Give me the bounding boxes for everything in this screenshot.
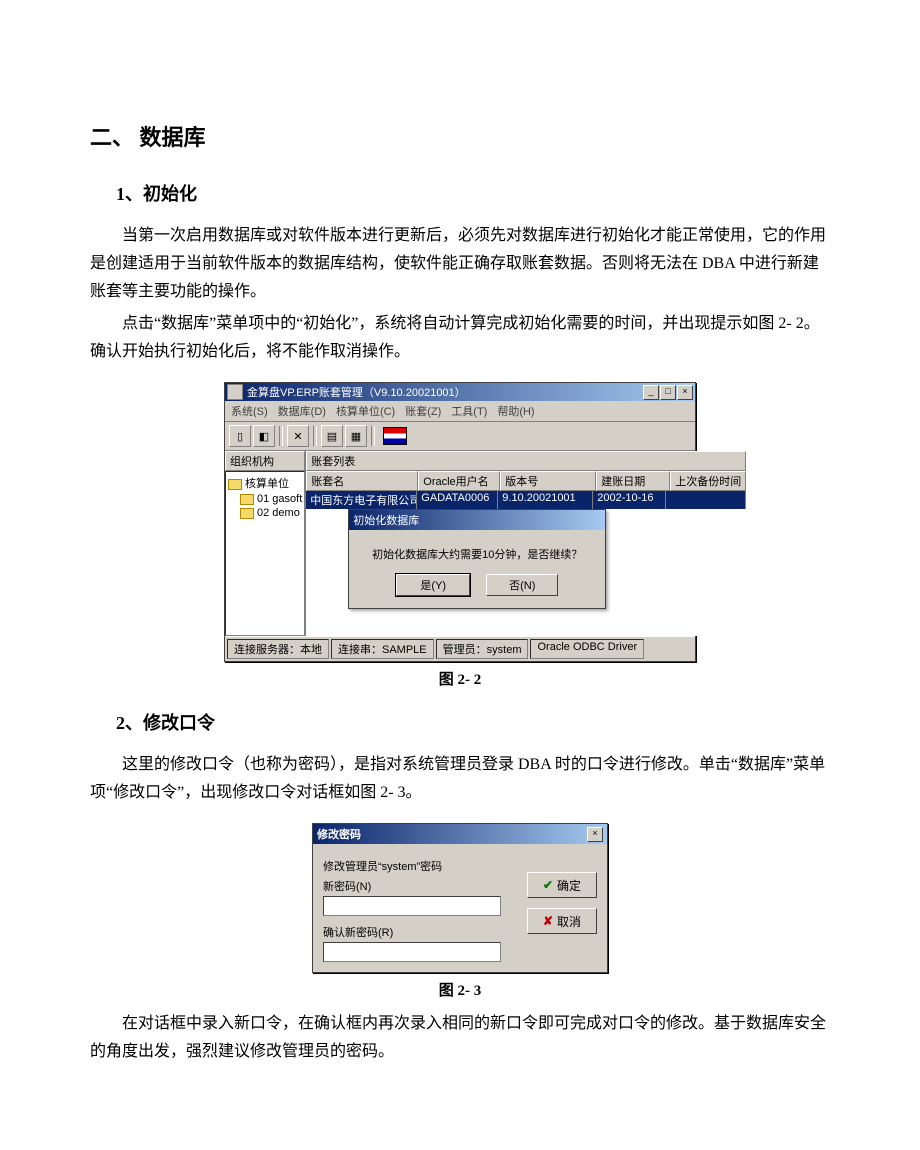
- toolbar-flag-icon: [383, 427, 407, 445]
- cross-icon: ✘: [543, 914, 553, 928]
- figure-2-3: 修改密码 × 修改管理员“system”密码 新密码(N) 确认新密码(R) ✔…: [90, 823, 830, 973]
- section-1-para-1: 当第一次启用数据库或对软件版本进行更新后，必须先对数据库进行初始化才能正常使用，…: [90, 222, 830, 306]
- section-2-title: 2、修改口令: [116, 709, 830, 735]
- menu-database[interactable]: 数据库(D): [278, 403, 326, 419]
- toolbar-btn-3[interactable]: ✕: [287, 425, 309, 447]
- grid-cell-date: 2002-10-16: [593, 491, 666, 509]
- grid-cell-user: GADATA0006: [417, 491, 498, 509]
- no-button[interactable]: 否(N): [486, 574, 558, 596]
- grid-col-version[interactable]: 版本号: [500, 471, 596, 491]
- right-panel: 账套列表 账套名 Oracle用户名 版本号 建账日期 上次备份时间 中国东方电…: [306, 451, 746, 636]
- section-2-para-1: 这里的修改口令（也称为密码），是指对系统管理员登录 DBA 时的口令进行修改。单…: [90, 751, 830, 807]
- figure-2-2-caption: 图 2- 2: [90, 668, 830, 689]
- close-button[interactable]: ×: [677, 385, 693, 400]
- tree-root[interactable]: 核算单位: [228, 474, 302, 492]
- section-1-title: 1、初始化: [116, 180, 830, 206]
- toolbar-btn-2[interactable]: ◧: [253, 425, 275, 447]
- list-title: 账套列表: [306, 451, 746, 471]
- titlebar-text: 金算盘VP.ERP账套管理（V9.10.20021001）: [247, 384, 643, 400]
- toolbar-btn-4[interactable]: ▤: [321, 425, 343, 447]
- check-icon: ✔: [543, 878, 553, 892]
- figure-2-2: 金算盘VP.ERP账套管理（V9.10.20021001） _ □ × 系统(S…: [90, 382, 830, 662]
- titlebar[interactable]: 金算盘VP.ERP账套管理（V9.10.20021001） _ □ ×: [225, 383, 695, 401]
- section-1-para-2: 点击“数据库”菜单项中的“初始化”，系统将自动计算完成初始化需要的时间，并出现提…: [90, 310, 830, 366]
- menubar[interactable]: 系统(S) 数据库(D) 核算单位(C) 账套(Z) 工具(T) 帮助(H): [225, 401, 695, 422]
- pwd-dialog-titlebar[interactable]: 修改密码 ×: [313, 824, 607, 844]
- app-icon: [227, 384, 243, 400]
- grid-cell-name: 中国东方电子有限公司: [306, 491, 417, 509]
- confirm-password-label: 确认新密码(R): [323, 924, 517, 940]
- grid-col-user[interactable]: Oracle用户名: [418, 471, 500, 491]
- menu-account[interactable]: 账套(Z): [405, 403, 441, 419]
- ok-button-label: 确定: [557, 877, 581, 894]
- statusbar: 连接服务器：本地 连接串：SAMPLE 管理员：system Oracle OD…: [225, 636, 695, 661]
- grid-col-name[interactable]: 账套名: [306, 471, 418, 491]
- heading-1: 二、 数据库: [90, 120, 830, 152]
- status-driver: Oracle ODBC Driver: [530, 639, 644, 659]
- yes-button[interactable]: 是(Y): [396, 574, 470, 596]
- tree-title: 组织机构: [225, 451, 305, 471]
- toolbar: ▯ ◧ ✕ ▤ ▦: [225, 422, 695, 451]
- pwd-desc: 修改管理员“system”密码: [323, 858, 517, 874]
- figure-2-3-caption: 图 2- 3: [90, 979, 830, 1000]
- grid-col-date[interactable]: 建账日期: [596, 471, 670, 491]
- minimize-button[interactable]: _: [643, 385, 659, 400]
- menu-unit[interactable]: 核算单位(C): [336, 403, 395, 419]
- toolbar-sep-3: [371, 426, 375, 446]
- close-button[interactable]: ×: [587, 827, 603, 842]
- workspace: 组织机构 核算单位 01 gasoft 02 demo 账: [225, 451, 695, 636]
- status-conn: 连接串：SAMPLE: [331, 639, 434, 659]
- status-server: 连接服务器：本地: [227, 639, 329, 659]
- tree-item-02[interactable]: 02 demo: [228, 506, 302, 520]
- toolbar-sep-1: [279, 426, 283, 446]
- grid-row-1[interactable]: 中国东方电子有限公司 GADATA0006 9.10.20021001 2002…: [306, 491, 746, 509]
- cancel-button[interactable]: ✘ 取消: [527, 908, 597, 934]
- toolbar-sep-2: [313, 426, 317, 446]
- folder-icon: [240, 494, 254, 505]
- menu-system[interactable]: 系统(S): [231, 403, 268, 419]
- tree-item-01[interactable]: 01 gasoft: [228, 492, 302, 506]
- grid-cell-version: 9.10.20021001: [498, 491, 593, 509]
- pwd-dialog-title: 修改密码: [317, 826, 587, 842]
- toolbar-btn-1[interactable]: ▯: [229, 425, 251, 447]
- status-admin: 管理员：system: [436, 639, 529, 659]
- app-window: 金算盘VP.ERP账套管理（V9.10.20021001） _ □ × 系统(S…: [224, 382, 696, 662]
- folder-icon: [240, 508, 254, 519]
- document-page: 二、 数据库 1、初始化 当第一次启用数据库或对软件版本进行更新后，必须先对数据…: [0, 0, 920, 1150]
- tree[interactable]: 核算单位 01 gasoft 02 demo: [225, 471, 305, 636]
- confirm-password-input[interactable]: [323, 942, 501, 962]
- maximize-button[interactable]: □: [660, 385, 676, 400]
- change-password-dialog: 修改密码 × 修改管理员“system”密码 新密码(N) 确认新密码(R) ✔…: [312, 823, 608, 973]
- folder-icon: [228, 479, 242, 490]
- init-dialog: 初始化数据库 初始化数据库大约需要10分钟，是否继续？ 是(Y) 否(N): [348, 509, 606, 609]
- grid-header: 账套名 Oracle用户名 版本号 建账日期 上次备份时间: [306, 471, 746, 491]
- left-panel: 组织机构 核算单位 01 gasoft 02 demo: [225, 451, 306, 636]
- menu-tools[interactable]: 工具(T): [451, 403, 487, 419]
- init-dialog-title[interactable]: 初始化数据库: [349, 510, 605, 530]
- grid-cell-backup: [666, 491, 746, 509]
- new-password-input[interactable]: [323, 896, 501, 916]
- cancel-button-label: 取消: [557, 913, 581, 930]
- section-2-para-2: 在对话框中录入新口令，在确认框内再次录入相同的新口令即可完成对口令的修改。基于数…: [90, 1010, 830, 1066]
- init-dialog-msg: 初始化数据库大约需要10分钟，是否继续？: [349, 530, 605, 574]
- grid-col-backup[interactable]: 上次备份时间: [670, 471, 746, 491]
- toolbar-btn-5[interactable]: ▦: [345, 425, 367, 447]
- new-password-label: 新密码(N): [323, 878, 517, 894]
- ok-button[interactable]: ✔ 确定: [527, 872, 597, 898]
- menu-help[interactable]: 帮助(H): [497, 403, 534, 419]
